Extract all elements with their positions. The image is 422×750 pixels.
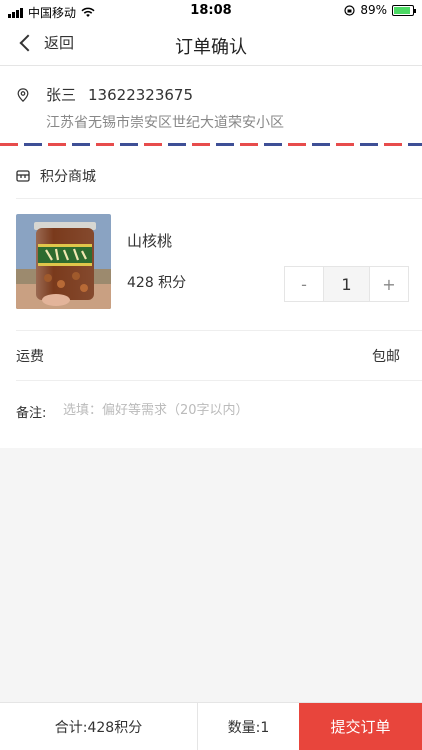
order-card: 积分商城 山核桃 428 积分 - 1 + 运费 包邮 备注: 选填：偏好等需求… [0,152,422,448]
shop-row: 积分商城 [16,166,96,186]
order-total: 合计:428积分 [0,703,198,750]
battery-fill [394,6,411,14]
shipping-label: 运费 [16,349,44,365]
orientation-lock-icon [344,4,355,16]
address-detail: 江苏省无锡市崇安区世纪大道荣安小区 [46,115,284,131]
shipping-value: 包邮 [372,349,400,365]
divider [16,380,422,381]
product-name: 山核桃 [127,232,173,250]
shop-name: 积分商城 [40,169,96,185]
product-price: 428 积分 [127,275,187,291]
bottom-bar: 合计:428积分 数量:1 提交订单 [0,702,422,750]
page-title: 订单确认 [175,37,247,58]
increment-button[interactable]: + [370,267,408,301]
remark-label: 备注: [16,406,47,421]
airmail-stripe [0,143,422,146]
recipient-name: 张三 [46,86,77,104]
divider [16,330,422,331]
product-image [16,214,111,309]
address-card[interactable]: 张三 13622323675 江苏省无锡市崇安区世纪大道荣安小区 [0,66,422,152]
order-quantity: 数量:1 [227,719,270,736]
remark-input[interactable] [63,397,403,423]
recipient-phone: 13622323675 [88,85,193,104]
nav-bar: 返回 订单确认 [0,22,422,66]
walnut-jar-image [16,214,111,309]
battery-icon [392,4,416,16]
status-right: 89% [344,3,416,17]
divider [16,198,422,199]
battery-percent: 89% [360,3,387,17]
submit-order-button[interactable]: 提交订单 [299,703,422,750]
status-bar: 中国移动 18:08 89% [0,0,422,22]
address-contact: 张三 13622323675 [16,84,193,105]
decrement-button[interactable]: - [285,267,323,301]
quantity-stepper: - 1 + [284,266,409,302]
location-pin-icon [17,87,29,102]
store-icon [16,170,30,182]
quantity-value: 1 [323,267,370,301]
